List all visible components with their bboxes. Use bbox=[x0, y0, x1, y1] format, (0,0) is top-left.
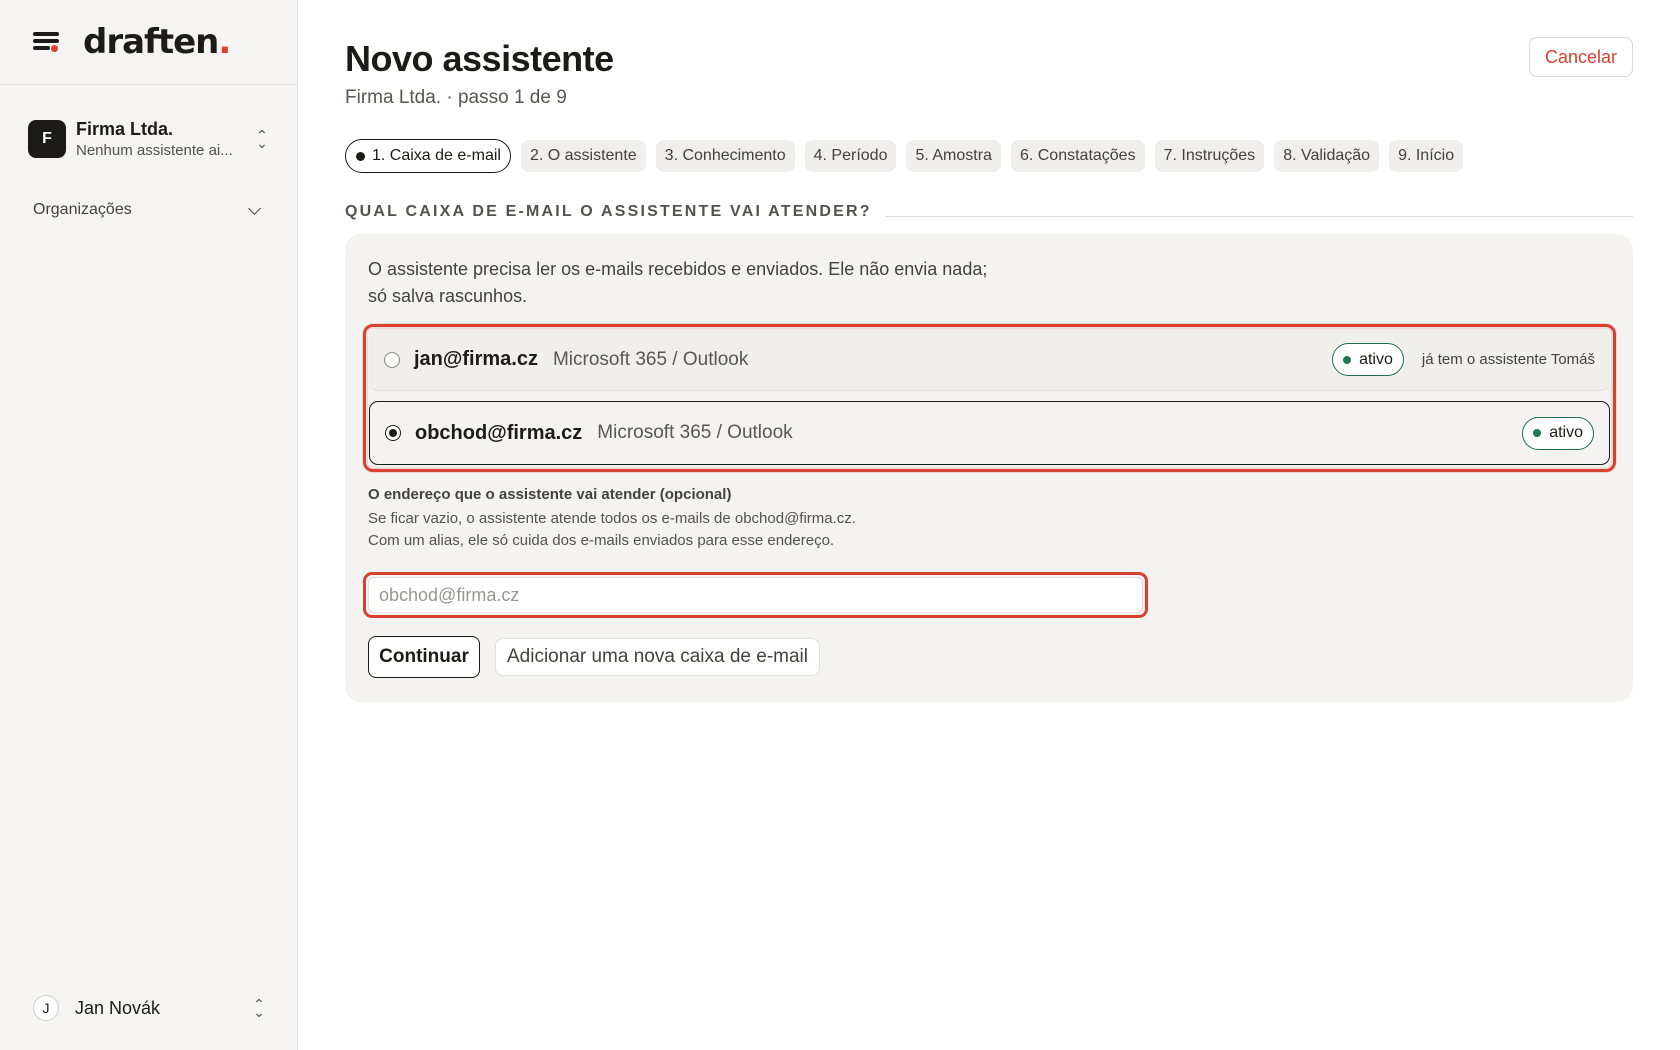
step-label: 1. Caixa de e-mail bbox=[372, 147, 501, 164]
status-dot-icon bbox=[1343, 355, 1352, 364]
organizations-label: Organizações bbox=[33, 201, 132, 218]
mailbox-meta: ativo já tem o assistente Tomáš bbox=[1332, 343, 1610, 376]
radio-checked[interactable] bbox=[385, 425, 401, 441]
page-title: Novo assistente bbox=[345, 38, 614, 79]
mailbox-intro: O assistente precisa ler os e-mails rece… bbox=[368, 259, 988, 306]
app-logo[interactable]: draften. bbox=[83, 22, 231, 62]
org-subtitle: Nenhum assistente ai... bbox=[76, 142, 233, 159]
continue-button[interactable]: Continuar bbox=[368, 636, 480, 678]
org-name: Firma Ltda. bbox=[76, 119, 174, 139]
section-divider bbox=[885, 216, 1633, 217]
status-badge: ativo bbox=[1332, 343, 1404, 376]
add-mailbox-button[interactable]: Adicionar uma nova caixa de e-mail bbox=[495, 638, 820, 676]
step-assistant[interactable]: 2. O assistente bbox=[520, 140, 646, 172]
logo-text: draften bbox=[83, 22, 219, 62]
radio-unchecked[interactable] bbox=[384, 351, 400, 368]
step-knowledge[interactable]: 3. Conhecimento bbox=[655, 140, 795, 172]
main-content: Novo assistente Firma Ltda. · passo 1 de… bbox=[345, 0, 1635, 1050]
mailbox-note: já tem o assistente Tomáš bbox=[1421, 351, 1595, 368]
step-mailbox[interactable]: 1. Caixa de e-mail bbox=[345, 139, 511, 173]
status-badge: ativo bbox=[1522, 416, 1594, 450]
step-sample[interactable]: 5. Amostra bbox=[906, 140, 1001, 172]
logo-dot: . bbox=[218, 22, 231, 62]
status-label: ativo bbox=[1359, 350, 1393, 368]
chevron-updown-icon: ⌃ ⌄ bbox=[253, 996, 265, 1020]
org-avatar: F bbox=[28, 120, 66, 158]
organization-switcher[interactable]: F Firma Ltda. Nenhum assistente ai... ⌃ ⌄ bbox=[22, 106, 276, 172]
mailbox-provider: Microsoft 365 / Outlook bbox=[597, 422, 793, 443]
chevron-down-icon bbox=[248, 201, 261, 215]
mailbox-option[interactable]: jan@firma.cz Microsoft 365 / Outlook ati… bbox=[369, 329, 1610, 391]
step-instructions[interactable]: 7. Instruções bbox=[1154, 140, 1265, 172]
alias-help: Se ficar vazio, o assistente atende todo… bbox=[368, 510, 856, 549]
step-findings[interactable]: 6. Constatações bbox=[1010, 140, 1145, 172]
alias-label: O endereço que o assistente vai atender … bbox=[368, 486, 732, 503]
mailbox-email: jan@firma.cz bbox=[414, 348, 538, 370]
chevron-updown-icon: ⌃ ⌄ bbox=[256, 127, 268, 151]
alias-input-highlight bbox=[363, 572, 1148, 618]
section-heading: QUAL CAIXA DE E-MAIL O ASSISTENTE VAI AT… bbox=[345, 203, 872, 220]
mailbox-provider: Microsoft 365 / Outlook bbox=[552, 348, 749, 370]
status-label: ativo bbox=[1549, 424, 1583, 441]
org-text: Firma Ltda. Nenhum assistente ai... bbox=[76, 119, 254, 159]
menu-icon[interactable] bbox=[33, 30, 61, 54]
user-switcher[interactable]: J Jan Novák ⌃ ⌄ bbox=[33, 992, 267, 1024]
wizard-steps: 1. Caixa de e-mail 2. O assistente 3. Co… bbox=[345, 139, 1464, 173]
organizations-toggle[interactable]: Organizações bbox=[33, 198, 265, 222]
alias-input[interactable] bbox=[368, 577, 1143, 613]
mailbox-meta: ativo bbox=[1522, 416, 1609, 450]
step-validation[interactable]: 8. Validação bbox=[1274, 140, 1380, 172]
status-dot-icon bbox=[1533, 429, 1542, 437]
mailbox-email: obchod@firma.cz bbox=[415, 421, 583, 444]
mailbox-option-selected[interactable]: obchod@firma.cz Microsoft 365 / Outlook … bbox=[369, 401, 1610, 465]
cancel-button[interactable]: Cancelar bbox=[1529, 37, 1633, 77]
section-header: QUAL CAIXA DE E-MAIL O ASSISTENTE VAI AT… bbox=[345, 203, 1633, 221]
mailbox-card: O assistente precisa ler os e-mails rece… bbox=[345, 234, 1633, 702]
active-step-dot bbox=[356, 151, 365, 161]
sidebar: draften. F Firma Ltda. Nenhum assistente… bbox=[0, 0, 298, 1050]
user-avatar: J bbox=[33, 995, 59, 1021]
page-subtitle: Firma Ltda. · passo 1 de 9 bbox=[345, 87, 567, 108]
sidebar-header: draften. bbox=[0, 0, 297, 85]
step-period[interactable]: 4. Período bbox=[804, 140, 897, 172]
user-name: Jan Novák bbox=[75, 997, 161, 1018]
step-start[interactable]: 9. Início bbox=[1389, 140, 1464, 172]
